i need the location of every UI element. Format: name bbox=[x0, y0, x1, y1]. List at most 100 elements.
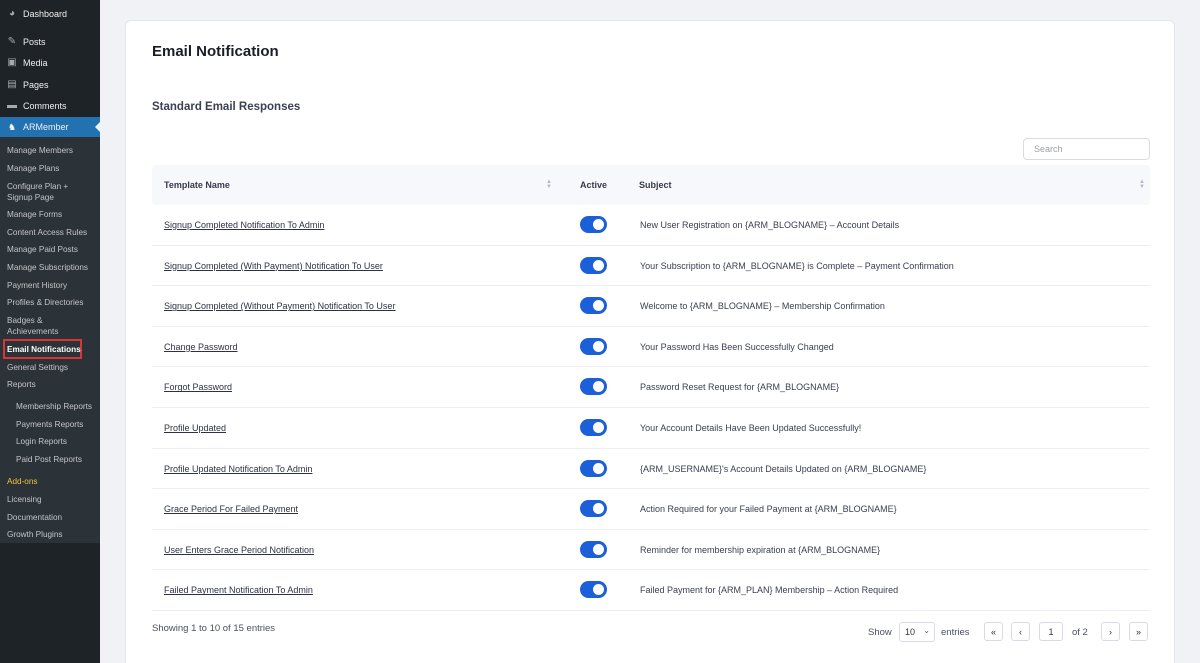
table-row: Profile Updated Your Account Details Hav… bbox=[152, 408, 1150, 449]
sort-icon[interactable]: ▲ ▼ bbox=[1139, 179, 1145, 190]
nav-media[interactable]: ▣ Media bbox=[0, 52, 100, 73]
submenu-email-notifications[interactable]: Email Notifications bbox=[7, 344, 81, 355]
next-page-button[interactable]: › bbox=[1101, 622, 1120, 641]
template-name-link[interactable]: User Enters Grace Period Notification bbox=[164, 530, 314, 570]
nav-label: Dashboard bbox=[23, 8, 68, 19]
submenu-growth-plugins[interactable]: Growth Plugins bbox=[7, 529, 63, 540]
submenu-payment-history[interactable]: Payment History bbox=[7, 280, 67, 291]
nav-label: ARMember bbox=[23, 122, 69, 132]
chevron-down-icon: ⌄ bbox=[923, 626, 930, 635]
table-header: Template Name ▲ ▼ Active Subject ▲ ▼ bbox=[152, 165, 1150, 205]
active-toggle[interactable] bbox=[580, 540, 607, 558]
table-row: Signup Completed (Without Payment) Notif… bbox=[152, 286, 1150, 327]
comment-icon: ▬ bbox=[7, 100, 17, 111]
template-name-link[interactable]: Grace Period For Failed Payment bbox=[164, 489, 298, 529]
nav-pages[interactable]: ▤ Pages bbox=[0, 74, 100, 95]
template-name-link[interactable]: Change Password bbox=[164, 327, 238, 367]
submenu-general-settings[interactable]: General Settings bbox=[7, 362, 68, 373]
table-row: Signup Completed (With Payment) Notifica… bbox=[152, 246, 1150, 287]
dashboard-icon: ◕ bbox=[8, 8, 16, 19]
nav-comments[interactable]: ▬ Comments bbox=[0, 95, 100, 116]
template-subject: New User Registration on {ARM_BLOGNAME} … bbox=[640, 220, 900, 230]
template-subject: Your Account Details Have Been Updated S… bbox=[640, 423, 862, 433]
table-row: Profile Updated Notification To Admin {A… bbox=[152, 449, 1150, 490]
column-header-subject[interactable]: Subject bbox=[639, 165, 672, 205]
nav-dashboard[interactable]: ◕ Dashboard bbox=[0, 3, 100, 24]
template-name-link[interactable]: Signup Completed (With Payment) Notifica… bbox=[164, 246, 383, 286]
submenu-manage-members[interactable]: Manage Members bbox=[7, 145, 73, 156]
first-page-button[interactable]: « bbox=[984, 622, 1003, 641]
media-icon: ▣ bbox=[7, 57, 17, 68]
submenu-content-access-rules[interactable]: Content Access Rules bbox=[7, 227, 87, 238]
table-row: Grace Period For Failed Payment Action R… bbox=[152, 489, 1150, 530]
nav-armember[interactable]: ♞ ARMember bbox=[0, 117, 100, 137]
active-toggle[interactable] bbox=[580, 256, 607, 274]
active-toggle[interactable] bbox=[580, 378, 607, 396]
submenu-manage-subscriptions[interactable]: Manage Subscriptions bbox=[7, 262, 88, 273]
active-toggle[interactable] bbox=[580, 216, 607, 233]
template-subject: Your Password Has Been Successfully Chan… bbox=[640, 341, 834, 352]
template-name-link[interactable]: Forgot Password bbox=[164, 367, 232, 407]
submenu-licensing[interactable]: Licensing bbox=[7, 494, 42, 505]
submenu-manage-forms[interactable]: Manage Forms bbox=[7, 209, 62, 220]
template-name-link[interactable]: Signup Completed (Without Payment) Notif… bbox=[164, 286, 395, 326]
page-count: of 2 bbox=[1072, 627, 1088, 638]
submenu-payments-reports[interactable]: Payments Reports bbox=[16, 419, 83, 430]
submenu-achievements[interactable]: Achievements bbox=[7, 326, 58, 337]
column-header-template-name[interactable]: Template Name bbox=[164, 165, 230, 205]
sort-icon[interactable]: ▲ ▼ bbox=[546, 179, 552, 190]
template-subject: Action Required for your Failed Payment … bbox=[640, 504, 897, 515]
submenu-badges[interactable]: Badges & bbox=[7, 315, 43, 326]
active-toggle[interactable] bbox=[580, 500, 607, 518]
table-row: Change Password Your Password Has Been S… bbox=[152, 327, 1150, 368]
submenu-paid-post-reports[interactable]: Paid Post Reports bbox=[16, 454, 82, 465]
template-subject: Welcome to {ARM_BLOGNAME} – Membership C… bbox=[640, 301, 885, 312]
toggle-knob bbox=[593, 219, 604, 230]
active-toggle[interactable] bbox=[580, 419, 607, 436]
active-toggle[interactable] bbox=[580, 459, 607, 477]
template-subject: {ARM_USERNAME}'s Account Details Updated… bbox=[640, 463, 927, 474]
toggle-knob bbox=[593, 381, 604, 393]
nav-label: Media bbox=[23, 57, 48, 68]
toggle-knob bbox=[593, 259, 604, 271]
nav-posts[interactable]: ✎ Posts bbox=[0, 31, 100, 52]
toggle-knob bbox=[593, 584, 604, 596]
pin-icon: ✎ bbox=[7, 36, 17, 47]
page-title: Email Notification bbox=[152, 43, 279, 60]
show-label: Show bbox=[868, 627, 892, 638]
search-input[interactable] bbox=[1023, 138, 1150, 160]
page-length-select[interactable]: 10 ⌄ bbox=[899, 622, 935, 642]
last-page-button[interactable]: » bbox=[1129, 622, 1148, 641]
submenu-manage-plans[interactable]: Manage Plans bbox=[7, 163, 59, 174]
submenu-membership-reports[interactable]: Membership Reports bbox=[16, 401, 92, 412]
pages-icon: ▤ bbox=[7, 79, 17, 90]
submenu-profiles-directories[interactable]: Profiles & Directories bbox=[7, 297, 83, 308]
submenu-reports[interactable]: Reports bbox=[7, 379, 36, 390]
table-row: Signup Completed Notification To Admin N… bbox=[152, 205, 1150, 246]
current-page-input[interactable]: 1 bbox=[1039, 622, 1063, 641]
template-subject: Password Reset Request for {ARM_BLOGNAME… bbox=[640, 382, 840, 393]
submenu-add-ons[interactable]: Add-ons bbox=[7, 476, 38, 487]
template-subject: Your Subscription to {ARM_BLOGNAME} is C… bbox=[640, 260, 954, 271]
nav-label: Posts bbox=[23, 36, 46, 47]
page-length-value: 10 bbox=[905, 627, 916, 637]
active-toggle[interactable] bbox=[580, 297, 607, 315]
active-toggle[interactable] bbox=[580, 337, 607, 355]
pagination: Show 10 ⌄ entries « ‹ 1 of 2 › » bbox=[126, 622, 1176, 642]
template-name-link[interactable]: Failed Payment Notification To Admin bbox=[164, 570, 313, 610]
admin-sidebar: ◕ Dashboard ✎ Posts ▣ Media ▤ Pages ▬ Co… bbox=[0, 0, 100, 663]
toggle-knob bbox=[593, 462, 604, 474]
template-name-link[interactable]: Signup Completed Notification To Admin bbox=[164, 205, 324, 245]
submenu-signup-page[interactable]: Signup Page bbox=[7, 192, 54, 203]
submenu-documentation[interactable]: Documentation bbox=[7, 512, 62, 523]
template-name-link[interactable]: Profile Updated bbox=[164, 408, 226, 448]
nav-label: Pages bbox=[23, 79, 49, 90]
template-name-link[interactable]: Profile Updated Notification To Admin bbox=[164, 449, 312, 489]
submenu-login-reports[interactable]: Login Reports bbox=[16, 436, 67, 447]
previous-page-button[interactable]: ‹ bbox=[1011, 622, 1030, 641]
toggle-knob bbox=[593, 503, 604, 515]
active-toggle[interactable] bbox=[580, 581, 607, 599]
toggle-knob bbox=[593, 300, 604, 312]
submenu-configure-plan[interactable]: Configure Plan + bbox=[7, 181, 68, 192]
submenu-manage-paid-posts[interactable]: Manage Paid Posts bbox=[7, 244, 78, 255]
